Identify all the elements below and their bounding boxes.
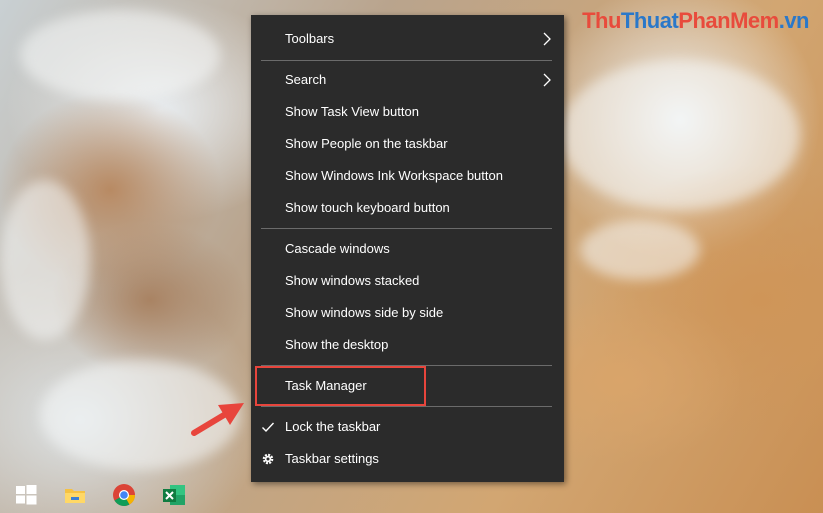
chevron-right-icon [543,32,551,46]
menu-item-cascade-windows[interactable]: Cascade windows [251,233,564,265]
menu-separator [261,406,552,407]
menu-item-windows-side-by-side[interactable]: Show windows side by side [251,297,564,329]
foam-pattern [560,60,800,210]
windows-start-icon[interactable] [13,482,39,508]
menu-item-label: Show windows stacked [285,273,420,288]
menu-item-label: Show windows side by side [285,305,444,320]
task-manager-highlight-box [255,366,426,406]
menu-item-show-task-view[interactable]: Show Task View button [251,96,564,128]
chrome-icon[interactable] [111,482,137,508]
menu-separator [261,228,552,229]
gear-icon [262,453,274,465]
menu-item-label: Search [285,72,327,87]
taskbar [0,476,823,513]
menu-item-windows-stacked[interactable]: Show windows stacked [251,265,564,297]
menu-item-label: Show Task View button [285,104,419,119]
excel-icon[interactable] [161,482,187,508]
menu-item-label: Lock the taskbar [285,419,381,434]
checkmark-icon [262,422,275,433]
pointer-arrow-icon [191,403,244,436]
menu-item-touch-keyboard[interactable]: Show touch keyboard button [251,192,564,224]
foam-pattern [20,10,220,100]
chevron-right-icon [543,73,551,87]
watermark-logo: ThuThuatPhanMem.vn [582,8,809,33]
menu-item-label: Cascade windows [285,241,390,256]
foam-pattern [580,220,700,280]
file-explorer-icon[interactable] [62,482,88,508]
menu-item-windows-ink[interactable]: Show Windows Ink Workspace button [251,160,564,192]
menu-item-label: Toolbars [285,31,335,46]
menu-item-label: Show touch keyboard button [285,200,450,215]
taskbar-context-menu: Toolbars Search Show Task View button Sh… [251,15,564,482]
menu-separator [261,60,552,61]
menu-item-search[interactable]: Search [251,64,564,96]
menu-item-toolbars[interactable]: Toolbars [251,23,564,55]
menu-item-show-people[interactable]: Show People on the taskbar [251,128,564,160]
menu-item-label: Show Windows Ink Workspace button [285,168,503,183]
menu-item-label: Show People on the taskbar [285,136,448,151]
menu-item-show-desktop[interactable]: Show the desktop [251,329,564,361]
menu-item-lock-taskbar[interactable]: Lock the taskbar [251,411,564,443]
menu-item-label: Taskbar settings [285,451,379,466]
menu-item-taskbar-settings[interactable]: Taskbar settings [251,443,564,475]
menu-item-label: Show the desktop [285,337,389,352]
foam-pattern [0,180,90,340]
